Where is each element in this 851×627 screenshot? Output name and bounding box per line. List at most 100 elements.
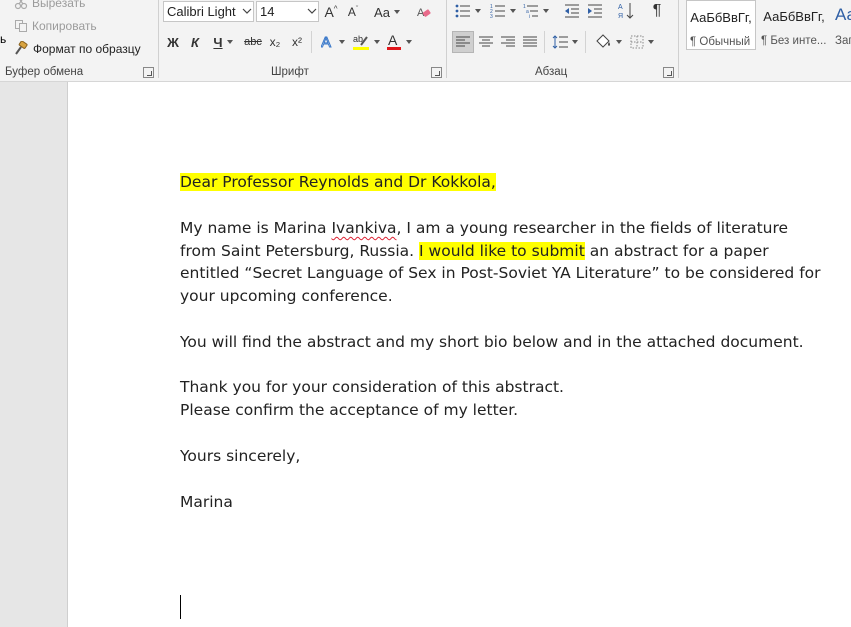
multilevel-list-icon: 1ai [523,3,539,19]
style-heading[interactable]: Аа Заг [832,0,851,50]
superscript-button[interactable]: x² [288,31,306,53]
line-spacing-icon [552,35,568,49]
subscript-button[interactable]: x₂ [266,31,284,53]
paragraph-3-line-1: Thank you for your consideration of this… [180,378,564,396]
decrease-indent-icon [564,4,580,18]
bold-button[interactable]: Ж [164,31,182,53]
copy-icon [14,19,28,33]
borders-button[interactable] [627,31,657,53]
clear-formatting-button[interactable]: A [414,1,434,23]
paintbrush-icon [14,41,29,56]
change-case-label: Aa [374,4,390,20]
text-cursor [180,595,181,619]
cut-label: Вырезать [32,0,86,10]
paragraph-3-line-2: Please confirm the acceptance of my lett… [180,400,519,419]
align-right-icon [501,36,515,48]
style-normal[interactable]: АаБбВвГг, ¶ Обычный [686,0,756,50]
dropdown-arrow-icon [616,40,622,44]
numbering-button[interactable]: 123 [487,0,519,22]
paragraph-1-line-3: entitled “Secret Language of Sex in Post… [180,264,821,283]
style-no-spacing[interactable]: АаБбВвГг, ¶ Без инте... [758,0,830,50]
format-painter-label: Формат по образцу [33,41,141,56]
paragraph-dialog-launcher[interactable] [663,67,674,78]
bullet-list-icon [455,3,471,19]
increase-indent-icon [587,4,603,18]
chevron-down-icon [307,7,317,15]
group-divider [678,0,679,78]
dropdown-arrow-icon [406,40,412,44]
align-center-button[interactable] [476,31,496,53]
underline-icon: Ч [213,34,223,50]
highlight-color-button[interactable]: ab [350,31,382,53]
align-right-button[interactable] [498,31,518,53]
sort-button[interactable]: АЯ [616,0,636,22]
group-divider [158,0,159,78]
align-left-button[interactable] [452,31,474,53]
grow-font-button[interactable]: A^ [322,1,340,23]
paragraph-1-line-2: from Saint Petersburg, Russia. I would l… [180,240,820,263]
increase-indent-button[interactable] [585,0,605,22]
highlighted-text: I would like to submit [419,241,585,260]
style-name: Заг [835,35,851,47]
eraser-icon: A [416,4,432,20]
justify-button[interactable] [520,31,540,53]
misspelled-word[interactable]: Ivankiva [331,219,396,237]
highlighted-salutation: Dear Professor Reynolds and Dr Kokkola, [180,173,496,191]
paragraph-2: You will find the abstract and my short … [180,333,804,351]
dropdown-arrow-icon [226,40,233,44]
bullets-button[interactable] [452,0,484,22]
show-formatting-button[interactable]: ¶ [647,0,667,22]
dropdown-arrow-icon [572,40,578,44]
strikethrough-button[interactable]: abc [242,31,264,53]
align-left-icon [456,36,470,48]
decrease-indent-button[interactable] [562,0,582,22]
shrink-font-icon: Aˇ [347,5,359,19]
scissors-icon [14,0,28,10]
dropdown-arrow-icon [475,9,481,13]
text-run: , I am a young researcher in the fields … [396,219,789,237]
grow-font-icon: A^ [324,4,338,20]
multilevel-list-button[interactable]: 1ai [521,0,551,22]
superscript-icon: x² [292,35,302,49]
text-effects-button[interactable]: A [318,31,348,53]
bold-icon: Ж [167,34,179,50]
paragraph-1-line-4: your upcoming conference. [180,287,393,306]
text-effects-icon: A [321,34,335,50]
ribbon: ь Вырезать Копировать Формат по образцу … [0,0,851,82]
paragraph-group-label: Абзац [535,66,568,78]
font-size-box[interactable]: 14 [256,1,319,22]
pilcrow-icon: ¶ [652,2,662,19]
svg-text:i: i [529,14,530,19]
italic-button[interactable]: К [186,31,204,53]
underline-button[interactable]: Ч [208,31,238,53]
toolbar-divider [585,31,586,53]
font-group-label: Шрифт [271,66,309,78]
line-spacing-button[interactable] [550,31,580,53]
format-painter-button[interactable]: Формат по образцу [14,41,141,56]
toolbar-divider [311,31,312,53]
chevron-down-icon [242,7,252,15]
font-name-box[interactable]: Calibri Light [163,1,254,22]
style-sample: АаБбВвГг, [763,9,825,24]
clipboard-dialog-launcher[interactable] [143,67,154,78]
toolbar-divider [544,31,545,53]
dropdown-arrow-icon [374,40,380,44]
paragraph-1: My name is Marina Ivankiva, I am a young… [180,217,821,308]
document-page[interactable]: Dear Professor Reynolds and Dr Kokkola, … [68,82,851,627]
style-name: ¶ Обычный [690,36,751,48]
salutation-line: Dear Professor Reynolds and Dr Kokkola, [180,171,820,194]
shading-button[interactable] [592,31,624,53]
sort-icon: АЯ [618,2,634,20]
subscript-icon: x₂ [269,35,281,49]
font-dialog-launcher[interactable] [431,67,442,78]
paste-label-fragment[interactable]: ь [0,32,6,46]
text-run: from Saint Petersburg, Russia. [180,241,420,260]
font-color-button[interactable]: A [384,31,414,53]
cut-button[interactable]: Вырезать [14,0,85,10]
change-case-button[interactable]: Aa [372,1,402,23]
text-run: an abstract for a paper [584,241,769,260]
paragraph-1-line-1: My name is Marina Ivankiva, I am a young… [180,217,820,240]
copy-button[interactable]: Копировать [14,19,97,33]
closing-line: Yours sincerely, [180,447,301,465]
shrink-font-button[interactable]: Aˇ [344,1,362,23]
